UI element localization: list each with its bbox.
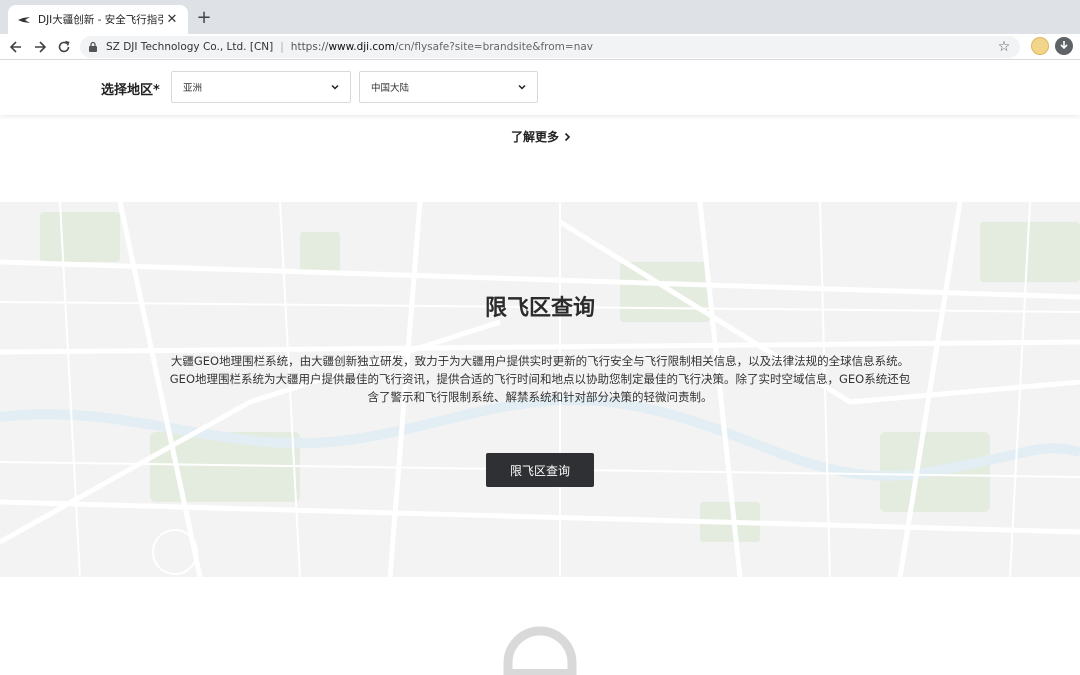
chevron-right-icon [564, 132, 571, 141]
learn-more-link[interactable]: 了解更多 [511, 128, 571, 145]
url-host: www.dji.com [328, 41, 395, 53]
extension-icon[interactable] [1055, 37, 1073, 55]
geo-title: 限飞区查询 [484, 296, 595, 321]
forward-button[interactable] [30, 37, 50, 57]
browser-toolbar: SZ DJI Technology Co., Ltd. [CN] | https… [0, 34, 1080, 60]
learn-more-label: 了解更多 [511, 130, 560, 144]
continent-value: 亚洲 [183, 83, 203, 94]
chevron-down-icon [518, 84, 526, 90]
back-button[interactable] [6, 37, 26, 57]
lock-arch-icon [503, 626, 577, 675]
geo-zone-section: 限飞区查询 大疆GEO地理围栏系统，由大疆创新独立研发，致力于为大疆用户提供实时… [0, 202, 1080, 577]
chevron-down-icon [331, 84, 339, 90]
address-separator: | [280, 41, 284, 53]
url-path: /cn/flysafe?site=brandsite&from=nav [394, 41, 593, 53]
reload-button[interactable] [54, 37, 74, 57]
forward-arrow-icon [35, 41, 47, 53]
url-scheme: https:// [290, 41, 329, 53]
profile-avatar[interactable] [1031, 37, 1049, 55]
bookmark-star-icon[interactable]: ☆ [996, 38, 1012, 56]
country-value: 中国大陆 [371, 83, 410, 94]
tab-title: DJI大疆创新 - 安全飞行指引 [38, 14, 164, 26]
tab-close-icon[interactable]: ✕ [164, 12, 180, 28]
back-arrow-icon [9, 41, 21, 53]
browser-tab[interactable]: DJI大疆创新 - 安全飞行指引 ✕ [8, 5, 188, 34]
region-label: 选择地区* [101, 83, 160, 98]
dji-logo-icon [16, 12, 32, 28]
browser-tab-strip: DJI大疆创新 - 安全飞行指引 ✕ + [0, 0, 1080, 34]
site-identity: SZ DJI Technology Co., Ltd. [CN] [106, 41, 274, 53]
continent-select[interactable]: 亚洲 [171, 71, 351, 103]
geo-query-button[interactable]: 限飞区查询 [486, 453, 594, 487]
new-tab-button[interactable]: + [194, 8, 214, 28]
geo-zone-content: 限飞区查询 大疆GEO地理围栏系统，由大疆创新独立研发，致力于为大疆用户提供实时… [0, 202, 1080, 577]
address-bar[interactable]: SZ DJI Technology Co., Ltd. [CN] | https… [80, 36, 1020, 58]
reload-icon [58, 40, 70, 53]
region-selector-bar: 选择地区* 亚洲 中国大陆 [0, 60, 1080, 115]
country-select[interactable]: 中国大陆 [359, 71, 538, 103]
geo-description: 大疆GEO地理围栏系统，由大疆创新独立研发，致力于为大疆用户提供实时更新的飞行安… [169, 354, 911, 404]
lock-icon [88, 41, 100, 53]
